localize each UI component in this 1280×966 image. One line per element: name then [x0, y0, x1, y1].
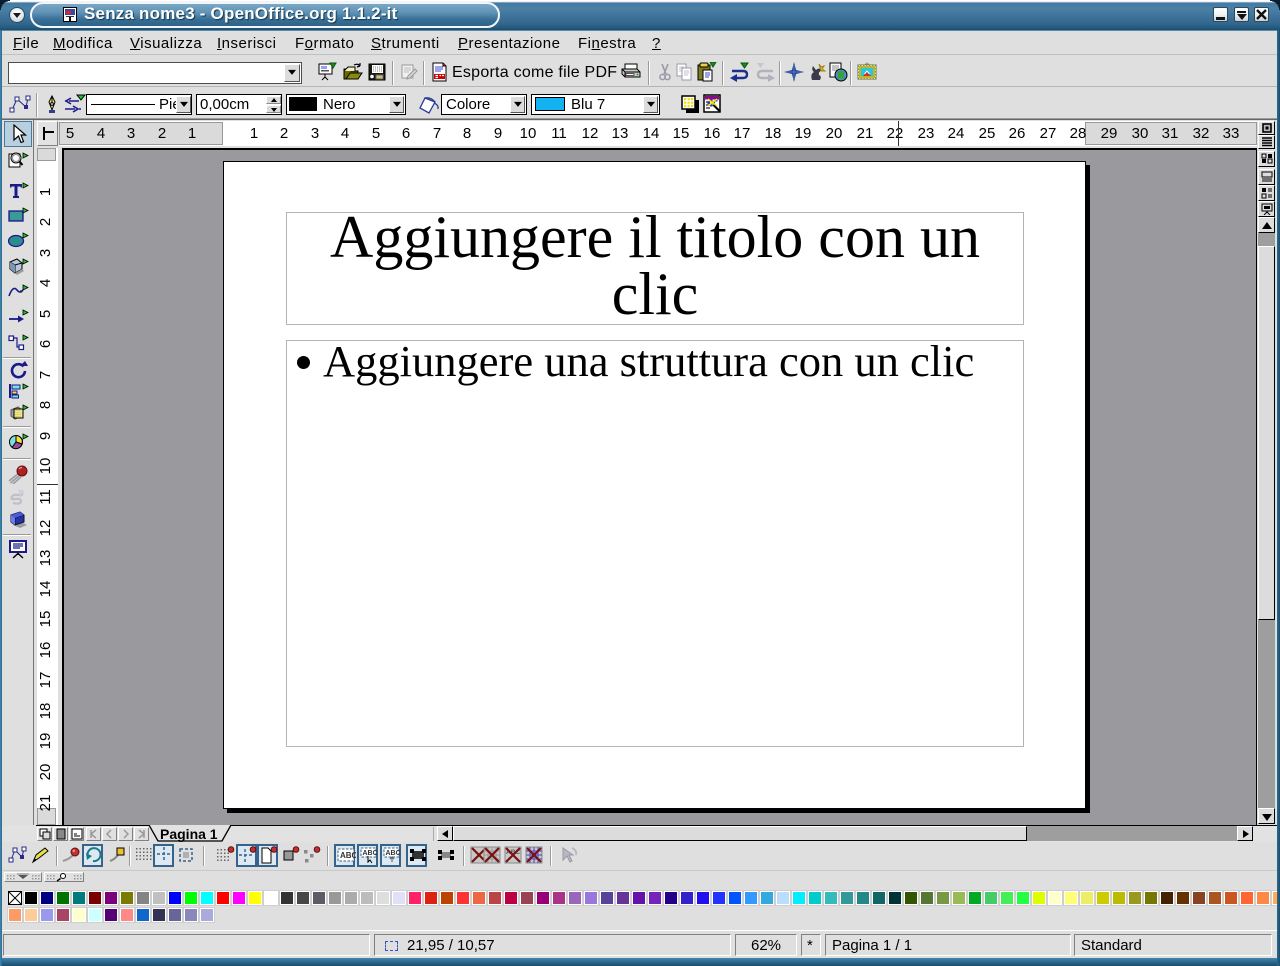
svg-text:ABC: ABC [340, 851, 356, 860]
svg-text:ABC: ABC [363, 850, 378, 857]
svg-text:ABC: ABC [386, 850, 401, 857]
